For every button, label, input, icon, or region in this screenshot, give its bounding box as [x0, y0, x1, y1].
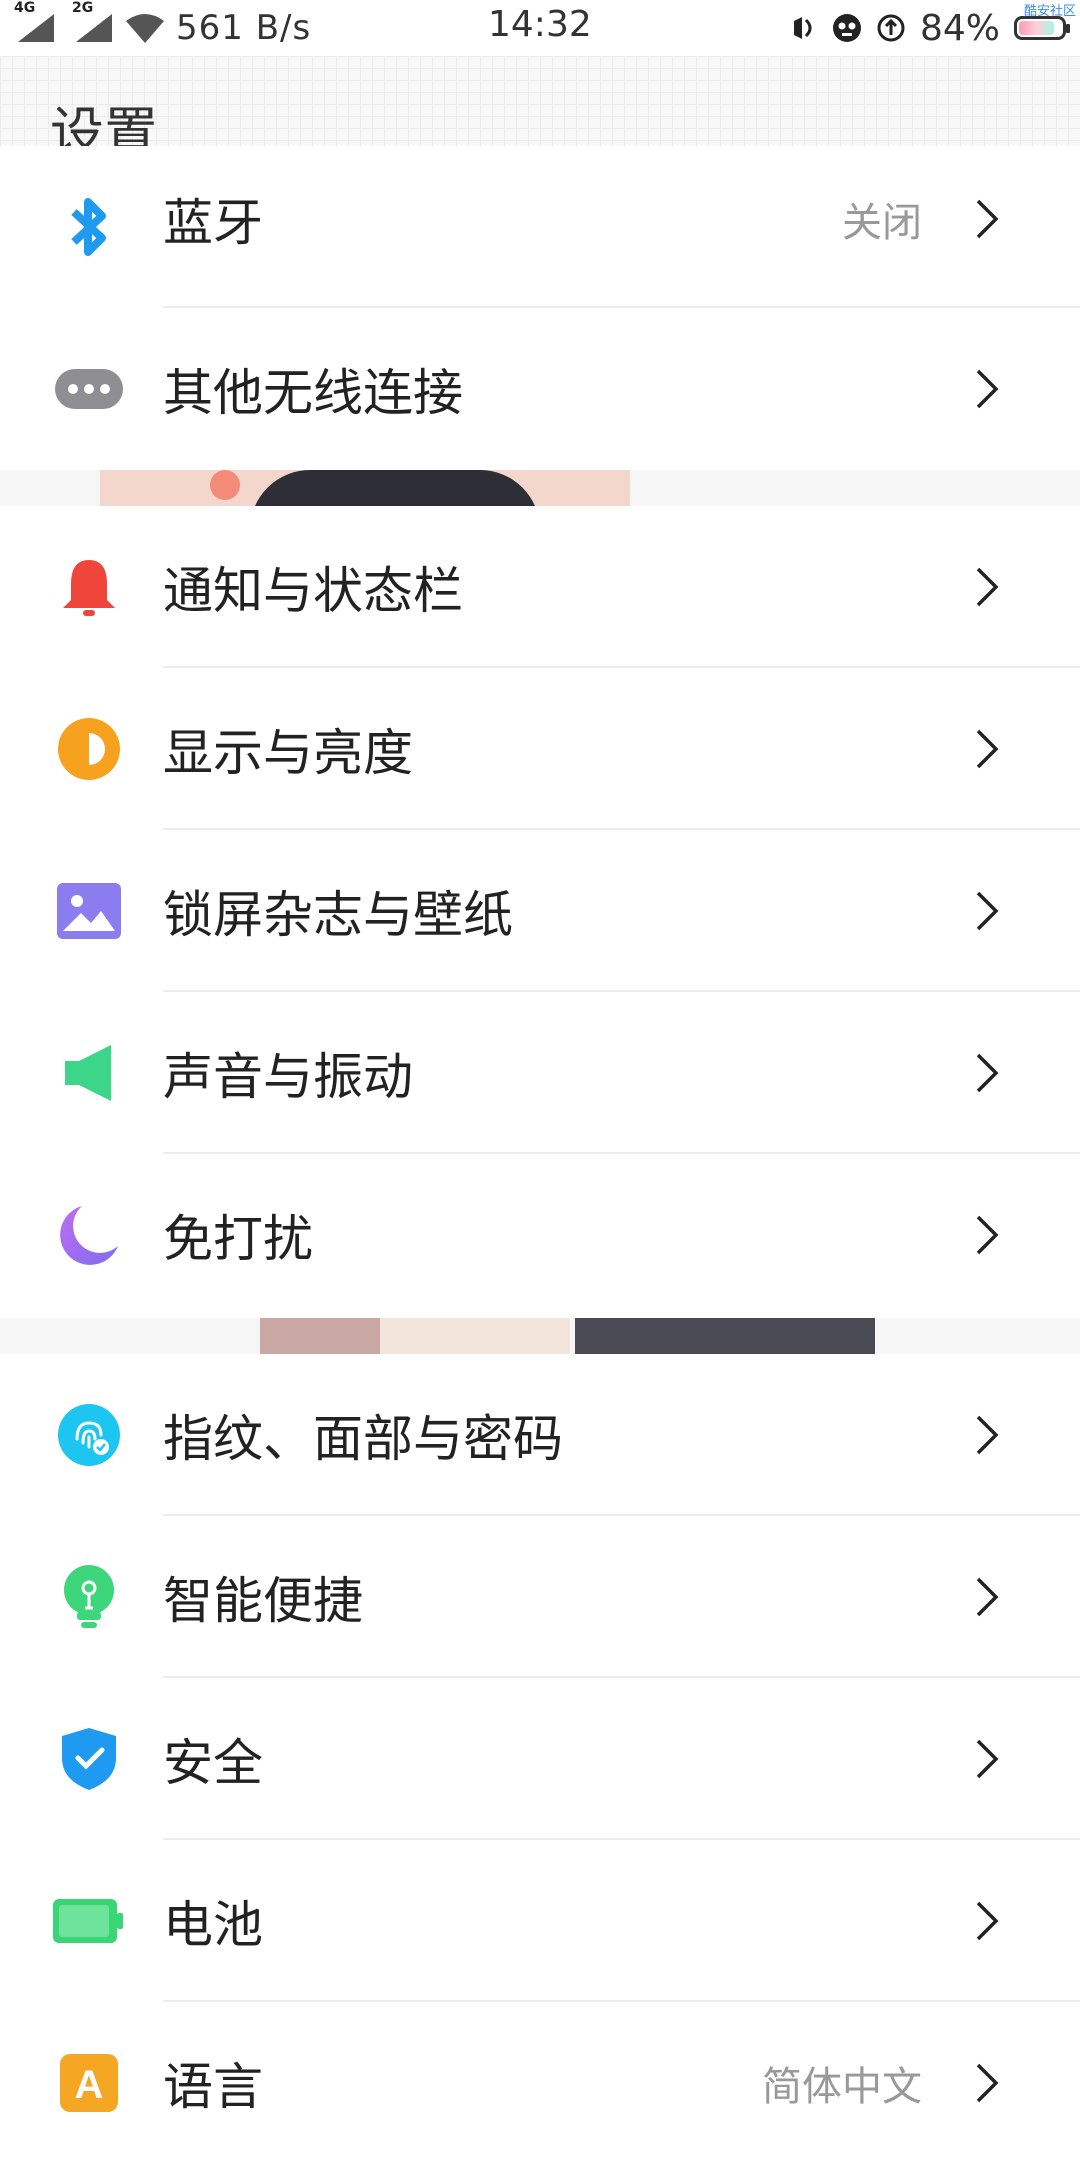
settings-item-other-wireless[interactable]: 其他无线连接 [0, 308, 1080, 470]
vibrate-icon [793, 17, 812, 39]
battery-status-icon [1014, 16, 1070, 40]
battery-level-fill [1019, 21, 1054, 35]
chevron-right-icon [976, 1215, 999, 1255]
settings-item-label: 指纹、面部与密码 [163, 1410, 563, 1468]
settings-item-language[interactable]: A 语言 简体中文 [0, 2002, 1080, 2164]
chevron-right-icon [976, 1415, 999, 1455]
settings-item-label: 显示与亮度 [163, 724, 413, 782]
settings-item-label: 蓝牙 [163, 193, 263, 252]
fingerprint-icon [50, 1396, 128, 1474]
brightness-icon [50, 710, 128, 788]
battery-icon [50, 1882, 128, 1960]
signal-2g-icon: 2G [58, 0, 116, 56]
settings-item-smart[interactable]: 智能便捷 [0, 1516, 1080, 1678]
settings-item-notifications[interactable]: 通知与状态栏 [0, 506, 1080, 668]
language-icon: A [50, 2044, 128, 2122]
chevron-right-icon [976, 729, 999, 769]
speaker-icon [50, 1034, 128, 1112]
settings-item-bluetooth[interactable]: 蓝牙 关闭 [0, 146, 1080, 308]
clock: 14:32 [488, 4, 592, 45]
settings-item-sound[interactable]: 声音与振动 [0, 992, 1080, 1154]
settings-item-label: 通知与状态栏 [163, 562, 463, 620]
settings-item-battery[interactable]: 电池 [0, 1840, 1080, 2002]
chevron-right-icon [976, 369, 999, 409]
wallpaper-strip-1 [0, 470, 1080, 506]
settings-item-label: 语言 [163, 2058, 263, 2116]
network-speed: 561 B/s [176, 8, 312, 48]
shield-icon [50, 1720, 128, 1798]
status-bar: 4G 2G 561 B/s 14:32 84% 酷安社区 [0, 0, 1080, 56]
settings-item-wallpaper[interactable]: 锁屏杂志与壁纸 [0, 830, 1080, 992]
settings-item-label: 声音与振动 [163, 1048, 413, 1106]
settings-item-label: 其他无线连接 [163, 364, 463, 422]
data-saver-icon [877, 14, 905, 42]
battery-percent: 84% [919, 7, 1000, 49]
chevron-right-icon [976, 891, 999, 931]
svg-text:A: A [75, 2063, 104, 2107]
settings-item-label: 安全 [163, 1734, 263, 1792]
settings-item-label: 电池 [163, 1896, 263, 1954]
settings-item-label: 锁屏杂志与壁纸 [163, 886, 513, 944]
settings-item-label: 免打扰 [163, 1210, 313, 1268]
settings-item-do-not-disturb[interactable]: 免打扰 [0, 1154, 1080, 1316]
bluetooth-icon [50, 188, 128, 266]
bell-icon [50, 548, 128, 626]
bluetooth-status-value: 关闭 [842, 199, 922, 246]
settings-item-security[interactable]: 安全 [0, 1678, 1080, 1840]
settings-item-label: 智能便捷 [163, 1572, 363, 1630]
chevron-right-icon [976, 1053, 999, 1093]
settings-item-fingerprint[interactable]: 指纹、面部与密码 [0, 1354, 1080, 1516]
wallpaper-strip-2 [0, 1318, 1080, 1354]
lightbulb-icon [50, 1558, 128, 1636]
chevron-right-icon [976, 2063, 999, 2103]
chevron-right-icon [976, 1577, 999, 1617]
language-value: 简体中文 [762, 2064, 922, 2110]
signal-4g-icon: 4G [0, 0, 58, 56]
moon-icon [50, 1196, 128, 1274]
chevron-right-icon [976, 567, 999, 607]
wallpaper-icon [50, 872, 128, 950]
skull-icon [832, 14, 861, 42]
settings-item-display[interactable]: 显示与亮度 [0, 668, 1080, 830]
wifi-icon [126, 14, 164, 43]
more-dots-icon [50, 350, 128, 428]
chevron-right-icon [976, 199, 999, 239]
chevron-right-icon [976, 1901, 999, 1941]
chevron-right-icon [976, 1739, 999, 1779]
watermark-text: 酷安社区 [1023, 4, 1076, 19]
